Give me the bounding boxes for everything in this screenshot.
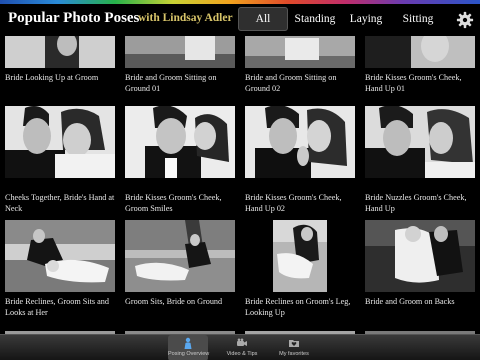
tab-label: My favorites <box>279 351 309 357</box>
photo-thumbnail[interactable] <box>5 220 115 292</box>
tab-label: Video & Tips <box>226 351 258 357</box>
person-icon <box>184 337 192 349</box>
tab-sitting[interactable]: Sitting <box>398 7 438 31</box>
photo-caption: Bride and Groom Sitting on Ground 01 <box>125 73 217 93</box>
photo-card[interactable]: Bride Reclines, Groom Sits and Looks at … <box>5 220 115 330</box>
photo-thumbnail[interactable] <box>125 106 235 178</box>
app-title: Popular Photo Poses <box>8 10 140 26</box>
photo-thumbnail[interactable] <box>5 106 115 178</box>
photo-card[interactable]: Bride and Groom on Backs <box>365 220 475 330</box>
photo-thumbnail[interactable] <box>365 36 475 68</box>
photo-thumbnail[interactable] <box>245 36 355 68</box>
tab-laying[interactable]: Laying <box>348 7 384 31</box>
photo-card[interactable]: Bride and Groom Sitting on Ground 02 <box>245 36 355 96</box>
photo-caption: Bride Looking Up at Groom <box>5 73 99 82</box>
photo-thumbnail[interactable] <box>365 220 475 292</box>
photo-caption: Bride Kisses Groom's Cheek, Groom Smiles <box>125 193 222 213</box>
photo-caption: Bride Kisses Groom's Cheek, Hand Up 01 <box>365 73 462 93</box>
tab-video-tips[interactable]: Video & Tips <box>222 335 262 360</box>
photo-caption: Bride Reclines on Groom's Leg, Looking U… <box>245 297 351 317</box>
top-bar: Popular Photo Poses with Lindsay Adler A… <box>0 0 480 47</box>
photo-caption: Bride and Groom Sitting on Ground 02 <box>245 73 337 93</box>
app-subtitle: with Lindsay Adler <box>138 12 233 24</box>
photo-caption: Bride and Groom on Backs <box>365 297 455 306</box>
photo-card[interactable]: Bride and Groom Sitting on Ground 01 <box>125 36 235 96</box>
video-camera-icon <box>237 338 247 346</box>
bottom-tab-bar: Posing Overview Video & Tips My favorite… <box>0 334 480 360</box>
tab-all-photos[interactable]: All Photos <box>238 7 288 47</box>
tab-label: Posing Overview <box>168 351 210 357</box>
photo-caption: Groom Sits, Bride on Ground <box>125 297 223 306</box>
photo-thumbnail[interactable] <box>273 220 327 292</box>
photo-caption: Bride Nuzzles Groom's Cheek, Hand Up <box>365 193 467 213</box>
photo-caption: Cheeks Together, Bride's Hand at Neck <box>5 193 115 213</box>
photo-thumbnail[interactable] <box>125 220 235 292</box>
photo-card[interactable]: Cheeks Together, Bride's Hand at Neck <box>5 106 115 216</box>
photo-card[interactable]: Bride Kisses Groom's Cheek, Hand Up 01 <box>365 36 475 96</box>
tab-standing[interactable]: Standing <box>292 7 338 31</box>
photo-card[interactable]: Bride Reclines on Groom's Leg, Looking U… <box>245 220 355 330</box>
photo-card[interactable]: Bride Looking Up at Groom <box>5 36 115 96</box>
photo-grid: Bride Looking Up at Groom Bride and Groo… <box>0 36 480 336</box>
photo-thumbnail[interactable] <box>365 106 475 178</box>
photo-card[interactable]: Bride Kisses Groom's Cheek, Hand Up 02 <box>245 106 355 216</box>
photo-caption: Bride Reclines, Groom Sits and Looks at … <box>5 297 109 317</box>
photo-card[interactable]: Bride Kisses Groom's Cheek, Groom Smiles <box>125 106 235 216</box>
photo-thumbnail[interactable] <box>125 36 235 68</box>
photo-thumbnail[interactable] <box>245 106 355 178</box>
photo-caption: Bride Kisses Groom's Cheek, Hand Up 02 <box>245 193 342 213</box>
photo-card[interactable]: Bride Nuzzles Groom's Cheek, Hand Up <box>365 106 475 216</box>
photo-thumbnail[interactable] <box>5 36 115 68</box>
tab-my-favorites[interactable]: My favorites <box>274 335 314 360</box>
gear-icon[interactable] <box>456 11 474 29</box>
color-stripe <box>0 0 480 4</box>
heart-folder-icon <box>289 340 299 347</box>
tab-posing-overview[interactable]: Posing Overview <box>168 335 210 360</box>
photo-card[interactable]: Groom Sits, Bride on Ground <box>125 220 235 330</box>
